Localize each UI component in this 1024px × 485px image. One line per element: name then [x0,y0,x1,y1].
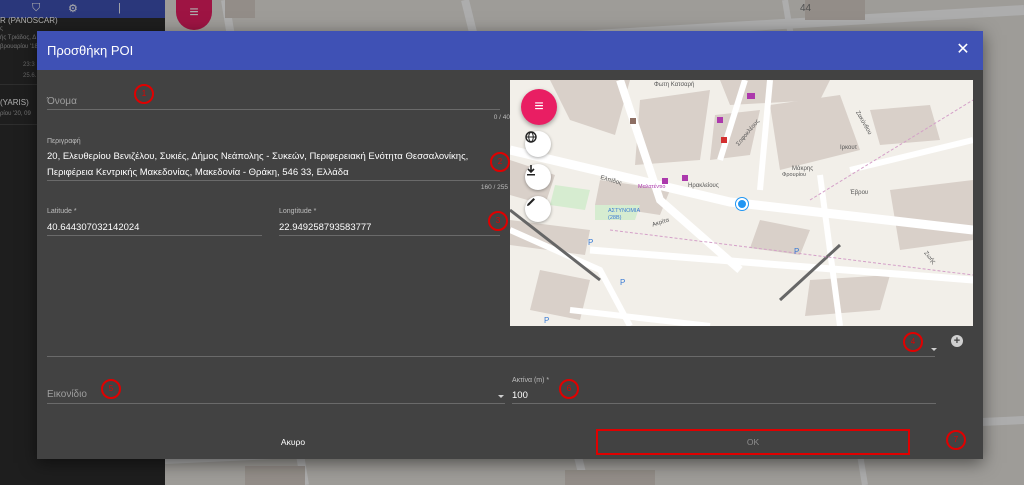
annotation-marker: 7 [946,430,966,450]
map-street-label: Έβρου [850,190,869,196]
globe-icon[interactable] [525,131,551,157]
radius-input[interactable]: 100 [512,390,528,401]
map-street-label: Φωτη Κατσαρή [654,82,695,88]
name-input-underline [47,109,500,110]
map-poi-label: Φρουρίου [782,172,807,178]
latitude-input[interactable]: 40.644307032142024 [47,222,139,233]
icon-select-underline [47,403,505,404]
radius-underline [512,403,936,404]
longitude-label: Longtitude * [279,208,317,215]
map-street-label: Ιρκουτ [840,145,857,151]
svg-text:P: P [544,316,549,325]
latitude-underline [47,235,262,236]
longitude-underline [279,235,500,236]
svg-text:P: P [620,278,625,287]
annotation-marker: 1 [134,84,154,104]
map-poi-label: ΑΣΤΥΝΟΜΙΑ (28Β) [608,208,640,221]
menu-icon[interactable]: ≡ [521,89,557,125]
map-poi-label: Μαλατέντιο [638,184,666,190]
annotation-marker: 3 [488,211,508,231]
longitude-input[interactable]: 22.949258793583777 [279,222,371,233]
name-counter: 0 / 40 [493,114,510,121]
annotation-marker: 2 [490,152,510,172]
svg-text:P: P [588,238,593,247]
description-underline [47,180,500,181]
section-divider [47,356,935,357]
dialog-header: Προσθήκη POI ✕ [37,31,983,70]
poi-location-pin[interactable] [736,198,748,210]
description-label: Περιγραφή [47,138,81,145]
cancel-button[interactable]: Ακυρο [223,429,363,455]
close-icon[interactable]: ✕ [953,40,973,60]
pencil-icon[interactable] [525,196,551,222]
annotation-marker: 4 [903,332,923,352]
description-line-1[interactable]: 20, Ελευθερίου Βενιζέλου, Συκιές, Δήμος … [47,151,468,162]
icon-select[interactable]: Εικονίδιο [47,389,87,400]
location-map[interactable]: P P P P Φωτη Κατσαρή Ελπίδος Ηρακλείους … [510,80,973,326]
download-icon[interactable] [525,164,551,190]
radius-label: Ακτίνα (m) * [512,377,550,384]
annotation-marker: 6 [559,379,579,399]
latitude-label: Latitude * [47,208,77,215]
svg-text:P: P [794,247,799,256]
add-icon[interactable]: + [951,335,963,347]
add-poi-dialog: Προσθήκη POI ✕ Όνομα 0 / 40 Περιγραφή 20… [37,31,983,459]
description-counter: 160 / 255 [480,184,508,191]
chevron-down-icon[interactable] [498,395,504,398]
name-input[interactable]: Όνομα [47,96,77,107]
description-line-2[interactable]: Περιφέρεια Κεντρικής Μακεδονίας, Μακεδον… [47,167,349,178]
annotation-marker: 5 [101,379,121,399]
map-street-label: Ηρακλείους [688,183,719,189]
dialog-title: Προσθήκη POI [47,43,134,58]
ok-button[interactable]: OK [596,429,910,455]
chevron-down-icon[interactable] [931,348,937,351]
